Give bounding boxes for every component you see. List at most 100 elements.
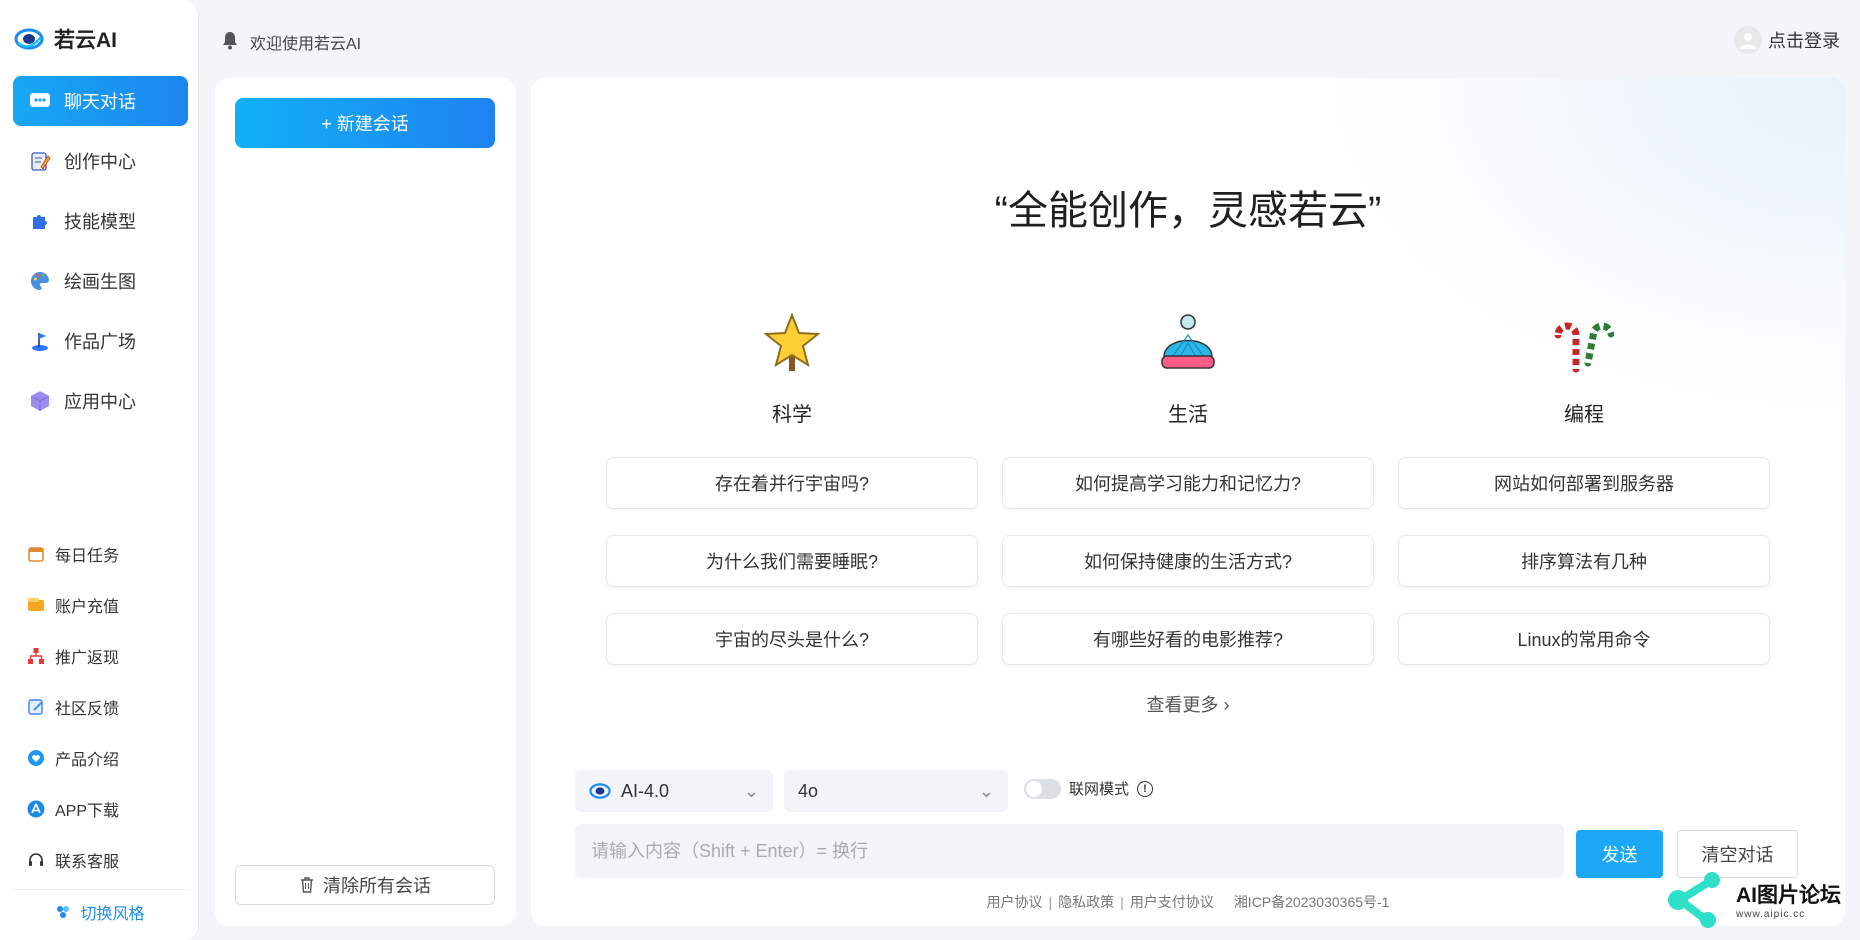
submodel-select[interactable]: 4o ⌄	[784, 770, 1008, 812]
app-store-icon	[26, 799, 46, 819]
share-nodes-icon	[1668, 872, 1720, 928]
new-chat-button[interactable]: + 新建会话	[235, 98, 495, 148]
tool-list: 每日任务 账户充值 推广返现 社区反馈 产品介绍 APP下载 联系客服	[13, 528, 188, 885]
send-button[interactable]: 发送	[1576, 830, 1663, 878]
clear-all-conversations-button[interactable]: 清除所有会话	[235, 865, 495, 905]
welcome-text: 欢迎使用若云AI	[250, 36, 362, 53]
puzzle-icon	[28, 209, 52, 233]
category-title: 编程	[1564, 404, 1604, 426]
watermark: AI图片论坛 www.aipic.cc	[1660, 858, 1860, 940]
login-button[interactable]: 点击登录	[1734, 26, 1840, 54]
star-wand-icon	[763, 313, 821, 371]
clear-all-label: 清除所有会话	[323, 876, 431, 896]
main-chat-area: “全能创作，灵感若云” 科学 生活 编程 存在着并行宇宙吗? 为什么我们需要睡眠…	[531, 78, 1845, 926]
web-mode-toggle[interactable]	[1024, 778, 1061, 799]
nav-item-paint[interactable]: 绘画生图	[13, 256, 188, 306]
tool-recharge[interactable]: 账户充值	[13, 579, 188, 630]
chat-bubble-icon	[28, 89, 52, 113]
login-label: 点击登录	[1768, 31, 1840, 51]
suggested-question[interactable]: 排序算法有几种	[1398, 535, 1770, 587]
sidebar-divider	[13, 889, 188, 890]
chat-input[interactable]	[575, 824, 1564, 878]
tool-label: 账户充值	[55, 598, 120, 616]
footer-separator: |	[1048, 894, 1053, 910]
theme-switch-icon	[57, 906, 70, 918]
nav-item-chat[interactable]: 聊天对话	[13, 76, 188, 126]
tool-referral[interactable]: 推广返现	[13, 630, 188, 681]
nav-item-gallery[interactable]: 作品广场	[13, 316, 188, 366]
switch-style-button[interactable]: 切换风格	[0, 900, 199, 924]
category-life: 生活	[1002, 313, 1374, 427]
icp-link[interactable]: 湘ICP备2023030365号-1	[1234, 892, 1390, 912]
org-chart-icon	[26, 646, 46, 666]
tool-daily-tasks[interactable]: 每日任务	[13, 528, 188, 579]
watermark-url: www.aipic.cc	[1736, 908, 1806, 920]
category-title: 科学	[772, 404, 812, 426]
footer: 用户协议 | 隐私政策 | 用户支付协议 湘ICP备2023030365号-1	[531, 892, 1845, 912]
tool-label: 社区反馈	[55, 700, 120, 718]
suggested-question[interactable]: 如何提高学习能力和记忆力?	[1002, 457, 1374, 509]
submodel-select-value: 4o	[798, 780, 819, 801]
privacy-link[interactable]: 隐私政策	[1058, 892, 1114, 912]
category-science: 科学	[606, 313, 978, 427]
app-name: 若云AI	[54, 29, 117, 52]
suggested-question[interactable]: 为什么我们需要睡眠?	[606, 535, 978, 587]
suggested-question[interactable]: 宇宙的尽头是什么?	[606, 613, 978, 665]
chevron-down-icon: ⌄	[743, 780, 759, 801]
nav-label: 技能模型	[64, 212, 136, 232]
wallet-icon	[26, 595, 46, 615]
switch-style-label: 切换风格	[80, 906, 145, 923]
pencil-notepad-icon	[28, 149, 52, 173]
edit-note-icon	[26, 697, 46, 717]
category-title: 生活	[1168, 404, 1208, 426]
watermark-title: AI图片论坛	[1736, 883, 1841, 907]
sidebar: 若云AI 聊天对话 创作中心 技能模型 绘画生图 作品广场 应用中心 每日任务 …	[0, 0, 199, 940]
tool-product-intro[interactable]: 产品介绍	[13, 732, 188, 783]
palette-icon	[28, 269, 52, 293]
tool-support[interactable]: 联系客服	[13, 834, 188, 885]
nav-item-create[interactable]: 创作中心	[13, 136, 188, 186]
web-mode-control: 联网模式 !	[1024, 778, 1154, 799]
tool-feedback[interactable]: 社区反馈	[13, 681, 188, 732]
payment-agreement-link[interactable]: 用户支付协议	[1130, 892, 1214, 912]
model-select[interactable]: AI-4.0 ⌄	[575, 770, 773, 812]
suggested-question[interactable]: 网站如何部署到服务器	[1398, 457, 1770, 509]
category-programming: 编程	[1398, 313, 1770, 427]
nav-label: 应用中心	[64, 392, 136, 412]
calendar-icon	[26, 544, 46, 564]
bell-icon[interactable]	[221, 30, 239, 50]
main-nav: 聊天对话 创作中心 技能模型 绘画生图 作品广场 应用中心	[13, 76, 188, 436]
ruoyun-logo-icon	[589, 783, 611, 799]
ruoyun-logo-icon	[14, 28, 44, 50]
beanie-hat-icon	[1161, 314, 1215, 369]
user-agreement-link[interactable]: 用户协议	[987, 892, 1043, 912]
trash-icon	[301, 877, 313, 893]
user-avatar-icon	[1734, 26, 1762, 54]
chevron-down-icon: ⌄	[978, 780, 994, 801]
tool-label: 产品介绍	[55, 751, 120, 769]
tool-label: APP下载	[55, 802, 120, 820]
hero-title: “全能创作，灵感若云”	[994, 189, 1382, 233]
nav-item-skills[interactable]: 技能模型	[13, 196, 188, 246]
candy-cane-icon	[1554, 322, 1614, 373]
chevron-right-icon: ›	[1223, 695, 1230, 715]
nav-label: 创作中心	[64, 152, 136, 172]
tool-label: 联系客服	[55, 853, 120, 871]
tool-label: 每日任务	[55, 547, 120, 565]
nav-label: 聊天对话	[64, 92, 136, 112]
conversation-panel: + 新建会话 清除所有会话	[215, 78, 516, 926]
suggested-question[interactable]: 有哪些好看的电影推荐?	[1002, 613, 1374, 665]
footer-separator: |	[1120, 894, 1124, 910]
info-icon[interactable]: !	[1137, 780, 1154, 797]
suggested-question[interactable]: 存在着并行宇宙吗?	[606, 457, 978, 509]
brand[interactable]: 若云AI	[14, 24, 117, 54]
tool-label: 推广返现	[55, 649, 120, 667]
web-mode-label: 联网模式	[1069, 781, 1130, 798]
suggested-question[interactable]: 如何保持健康的生活方式?	[1002, 535, 1374, 587]
tool-app-download[interactable]: APP下载	[13, 783, 188, 834]
cube-icon	[28, 389, 52, 413]
suggested-question[interactable]: Linux的常用命令	[1398, 613, 1770, 665]
model-select-value: AI-4.0	[621, 780, 670, 801]
view-more-link[interactable]: 查看更多 ›	[531, 691, 1845, 717]
nav-item-apps[interactable]: 应用中心	[13, 376, 188, 426]
